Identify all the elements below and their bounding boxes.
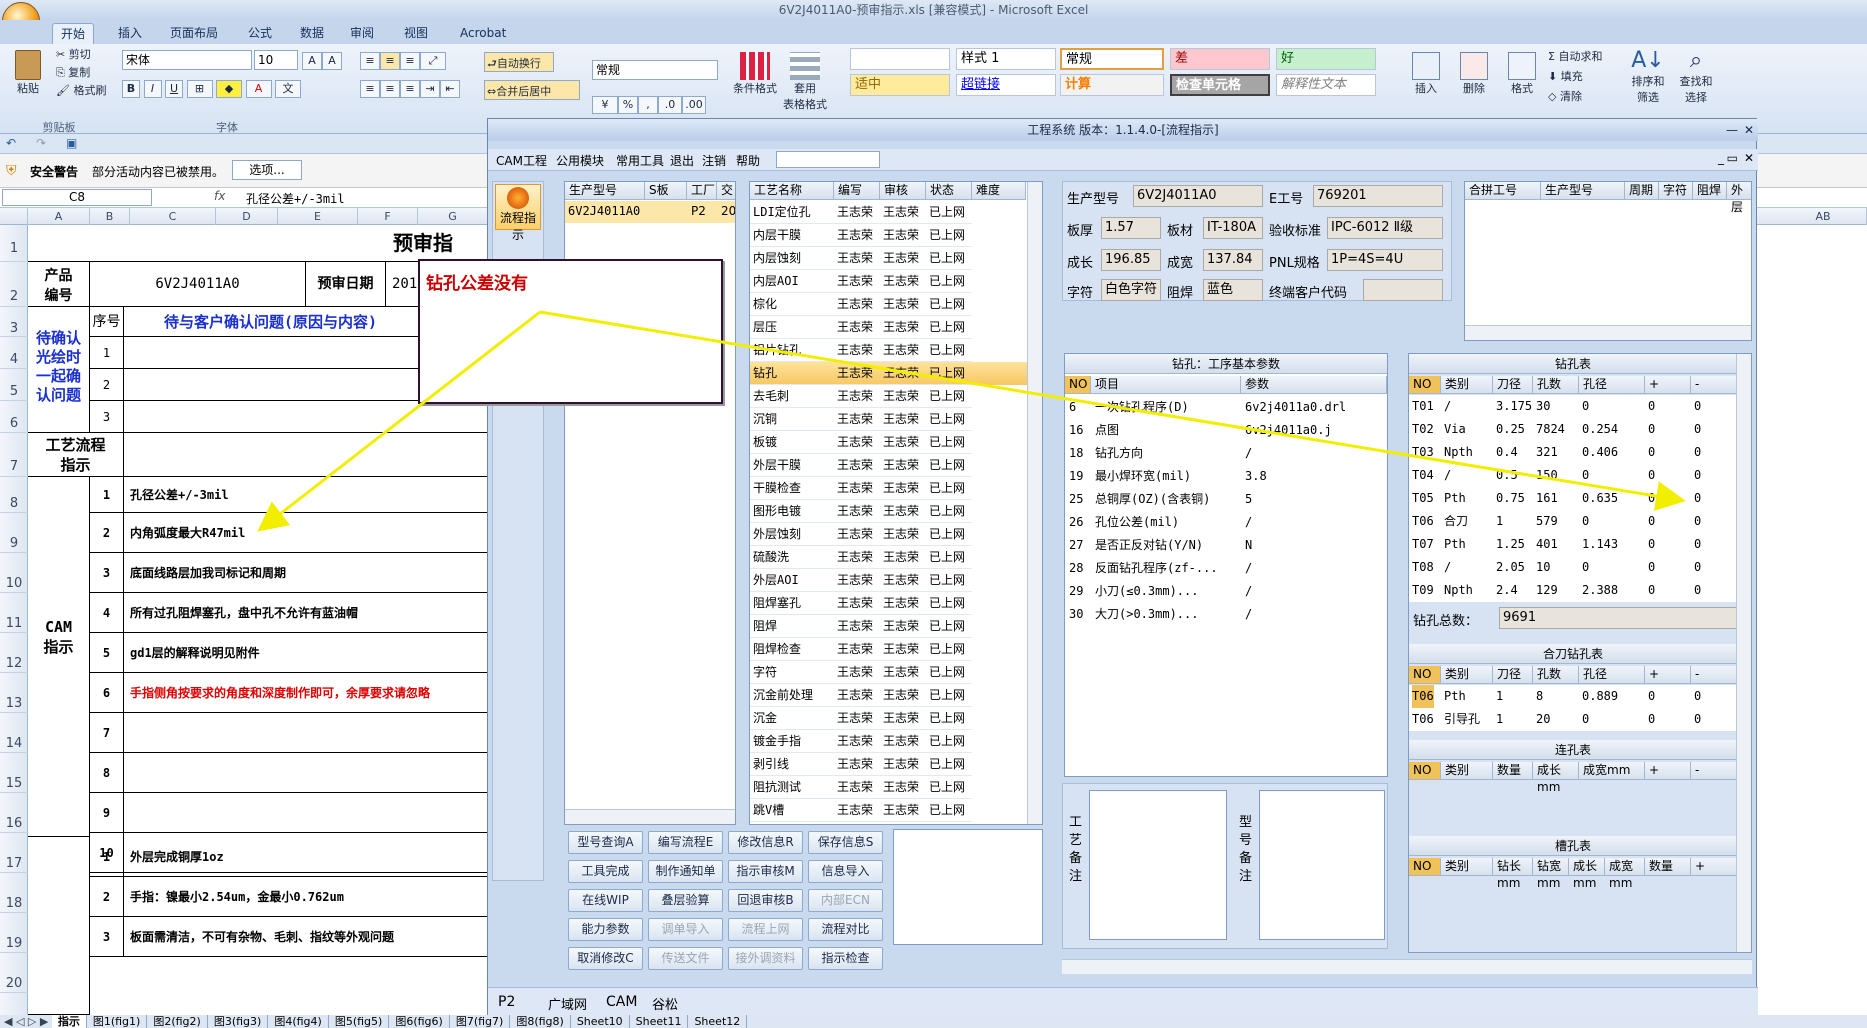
annotation-arrows (257, 310, 1686, 532)
arrow-to-drill-table (539, 310, 1686, 511)
arrow-to-sheet (257, 310, 541, 532)
